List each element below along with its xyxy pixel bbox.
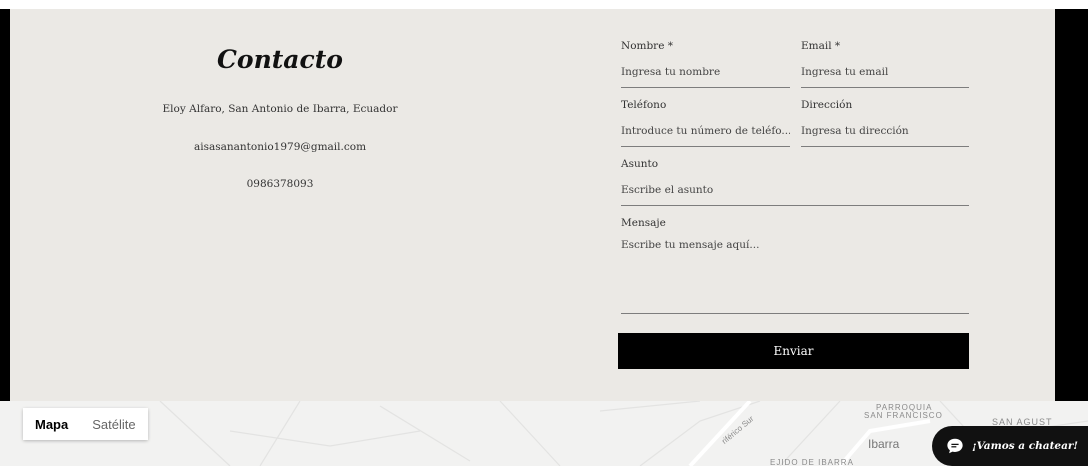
map-label-ibarra: Ibarra — [868, 437, 900, 451]
asunto-underline — [621, 205, 969, 206]
top-strip — [0, 0, 1088, 9]
direccion-input[interactable] — [801, 121, 969, 141]
mensaje-label: Mensaje — [621, 217, 666, 229]
nombre-underline — [621, 87, 790, 88]
telefono-underline — [621, 146, 790, 147]
map-label-ejido: EJIDO DE IBARRA — [770, 458, 854, 466]
direccion-field-group: Dirección — [801, 99, 969, 147]
nombre-input[interactable] — [621, 62, 790, 82]
nombre-label: Nombre * — [621, 40, 674, 52]
asunto-label: Asunto — [621, 158, 659, 170]
chat-bubble-icon — [947, 438, 963, 454]
map-type-mapa-button[interactable]: Mapa — [23, 408, 81, 440]
mensaje-textarea[interactable] — [621, 239, 969, 309]
direccion-underline — [801, 146, 969, 147]
contact-phone: 0986378093 — [246, 178, 314, 190]
enviar-button[interactable]: Enviar — [618, 333, 969, 369]
right-edge-bar — [1055, 9, 1088, 401]
map-type-satelite-button[interactable]: Satélite — [80, 408, 148, 440]
contact-title: Contacto — [217, 45, 343, 74]
asunto-field-group: Asunto — [621, 158, 969, 206]
mensaje-field-group: Mensaje — [621, 217, 969, 314]
telefono-label: Teléfono — [621, 99, 667, 111]
contact-address: Eloy Alfaro, San Antonio de Ibarra, Ecua… — [162, 103, 398, 115]
email-field-group: Email * — [801, 40, 969, 88]
telefono-input[interactable] — [621, 121, 790, 141]
telefono-field-group: Teléfono — [621, 99, 790, 147]
email-input[interactable] — [801, 62, 969, 82]
chat-widget-button[interactable]: ¡Vamos a chatear! — [932, 426, 1088, 466]
email-underline — [801, 87, 969, 88]
nombre-field-group: Nombre * — [621, 40, 790, 88]
asunto-input[interactable] — [621, 180, 969, 200]
mensaje-underline — [621, 313, 969, 314]
contact-email: aisasanantonio1979@gmail.com — [193, 141, 367, 153]
contact-section: Contacto Eloy Alfaro, San Antonio de Iba… — [10, 9, 1055, 401]
map-embed[interactable]: PARROQUIA SAN FRANCISCO SAN AGUST Ibarra… — [0, 401, 1088, 466]
map-label-san-francisco: SAN FRANCISCO — [864, 411, 943, 420]
chat-widget-label: ¡Vamos a chatear! — [972, 440, 1079, 452]
direccion-label: Dirección — [801, 99, 853, 111]
map-type-control: Mapa Satélite — [23, 408, 148, 440]
email-label: Email * — [801, 40, 841, 52]
left-edge-bar — [0, 9, 10, 401]
